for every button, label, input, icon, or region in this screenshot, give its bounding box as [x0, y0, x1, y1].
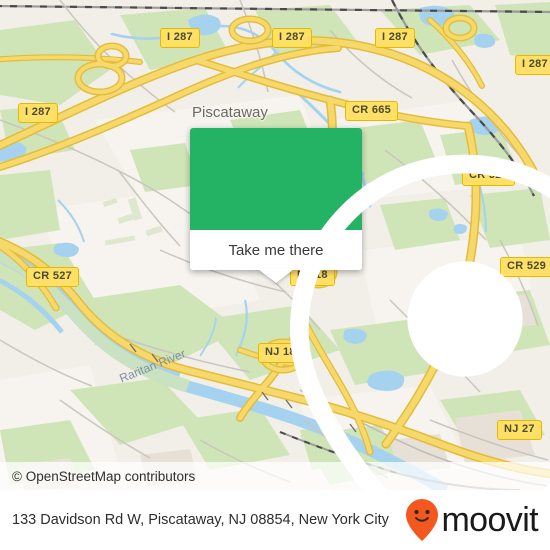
moovit-map-screen: Piscataway Raritan River I 287 I 287 I 2… [0, 0, 550, 550]
bottom-info-bar: 133 Davidson Rd W, Piscataway, NJ 08854,… [0, 490, 550, 550]
address-text: 133 Davidson Rd W, Piscataway, NJ 08854,… [12, 511, 389, 528]
road-shield-cr665[interactable]: CR 665 [345, 101, 399, 121]
popup-header [190, 128, 550, 490]
road-shield-i287-b[interactable]: I 287 [272, 28, 312, 48]
road-shield-i287-d[interactable]: I 287 [515, 55, 550, 75]
moovit-logo[interactable]: moovit [405, 498, 542, 542]
map-attribution-bar: © OpenStreetMap contributors [0, 462, 550, 490]
location-pin-icon [289, 154, 550, 490]
take-me-there-label: Take me there [228, 241, 324, 259]
road-shield-i287-a[interactable]: I 287 [160, 28, 200, 48]
attribution-text[interactable]: © OpenStreetMap contributors [0, 469, 195, 484]
map-canvas[interactable]: Piscataway Raritan River I 287 I 287 I 2… [0, 0, 550, 490]
destination-popup-card[interactable]: Take me there [190, 128, 550, 490]
popup-action-row[interactable]: Take me there [190, 230, 362, 283]
moovit-pin-icon [406, 499, 439, 541]
place-label-piscataway: Piscataway [192, 104, 268, 121]
road-shield-cr527[interactable]: CR 527 [26, 267, 80, 287]
road-shield-i287-c[interactable]: I 287 [375, 28, 415, 48]
moovit-wordmark: moovit [441, 501, 538, 539]
road-shield-i287-e[interactable]: I 287 [18, 103, 58, 123]
popup-pointer-tail [258, 269, 294, 283]
